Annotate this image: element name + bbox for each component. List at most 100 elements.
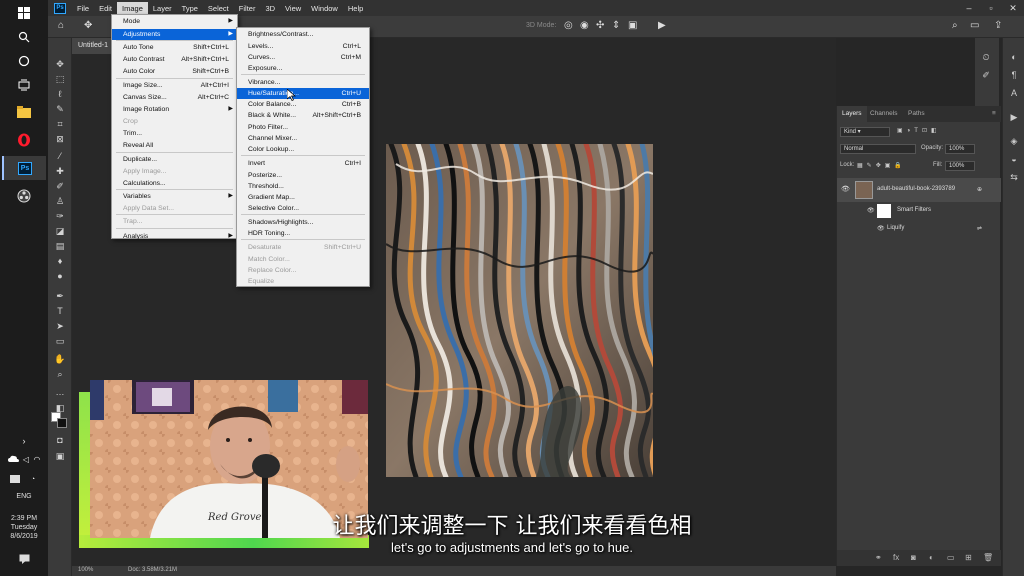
document-tab[interactable]: Untitled-1 — [72, 38, 116, 54]
history-brush-tool-icon[interactable]: ✑ — [53, 210, 67, 222]
link-layers-icon[interactable]: ⚭ — [875, 553, 882, 562]
adjustments-item-color-balance[interactable]: Color Balance... Ctrl+B — [237, 99, 369, 110]
file-explorer-icon[interactable] — [2, 100, 46, 124]
adjustments-item-gradient-map[interactable]: Gradient Map... — [237, 192, 369, 203]
cortana-icon[interactable] — [8, 50, 40, 72]
background-color-swatch[interactable] — [57, 418, 67, 428]
close-icon[interactable]: ✕ — [1002, 0, 1024, 16]
adjustments-item-shadows-highlights[interactable]: Shadows/Highlights... — [237, 217, 369, 228]
more-tools-icon[interactable]: … — [53, 386, 67, 398]
layer-filter-icons[interactable]: ▣◑T⊡◧ — [897, 127, 977, 138]
smart-filter-mask-thumbnail[interactable] — [877, 204, 891, 218]
new-group-icon[interactable]: ▭ — [947, 553, 955, 562]
adjustments-item-brightness-contrast[interactable]: Brightness/Contrast... — [237, 29, 369, 40]
brush-panel-icon[interactable]: ✐ — [980, 70, 992, 82]
network-icon[interactable]: ◠ — [30, 448, 44, 470]
visibility-eye-icon[interactable]: 👁 — [867, 207, 875, 214]
lock-icons[interactable]: ▦✎✥▣🔒 — [857, 162, 906, 173]
menu-window[interactable]: Window — [306, 2, 343, 15]
image-menu-item-mode[interactable]: Mode ▶ — [112, 16, 237, 27]
add-mask-icon[interactable]: ◙ — [911, 553, 916, 562]
image-menu-item-trim[interactable]: Trim... — [112, 128, 237, 139]
3d-orbit-icon[interactable]: ◎ — [564, 20, 573, 31]
search-icon[interactable] — [8, 26, 40, 48]
action-center-icon[interactable] — [8, 548, 40, 570]
image-menu-item-image-size[interactable]: Image Size... Alt+Ctrl+I — [112, 80, 237, 91]
image-menu-item-canvas-size[interactable]: Canvas Size... Alt+Ctrl+C — [112, 92, 237, 103]
menu-image[interactable]: Image — [117, 1, 148, 15]
healing-brush-tool-icon[interactable]: ✚ — [53, 165, 67, 177]
adjustments-item-color-lookup[interactable]: Color Lookup... — [237, 144, 369, 155]
menu-view[interactable]: View — [280, 2, 306, 15]
adjustments-item-posterize[interactable]: Posterize... — [237, 170, 369, 181]
menu-file[interactable]: File — [72, 2, 94, 15]
marquee-tool-icon[interactable]: ⬚ — [53, 73, 67, 85]
filter-row-liquify[interactable]: 👁 Liquify ⇌ — [837, 222, 1001, 236]
blend-mode-select[interactable]: Normal — [840, 144, 916, 154]
opacity-field[interactable]: 100% — [945, 144, 975, 154]
3d-roll-icon[interactable]: ◉ — [580, 20, 589, 31]
video-icon[interactable]: ▶ — [658, 20, 666, 31]
screen-mode-icon[interactable]: ▣ — [53, 450, 67, 462]
image-menu-item-adjustments[interactable]: Adjustments ▶ — [112, 29, 237, 40]
new-layer-icon[interactable]: ⊞ — [965, 553, 972, 562]
brush-tool-icon[interactable]: ✐ — [53, 180, 67, 192]
zoom-level[interactable]: 100% — [78, 567, 93, 573]
doc-size-info[interactable]: Doc: 3.58M/3.21M — [128, 567, 177, 573]
dodge-tool-icon[interactable]: ● — [53, 270, 67, 282]
adjustments-item-photo-filter[interactable]: Photo Filter... — [237, 122, 369, 133]
menu-layer[interactable]: Layer — [148, 2, 177, 15]
history-panel-icon[interactable]: ⏲ — [980, 52, 992, 64]
input-language[interactable]: ENG — [0, 492, 48, 501]
image-menu-item-auto-tone[interactable]: Auto Tone Shift+Ctrl+L — [112, 42, 237, 53]
fill-field[interactable]: 100% — [945, 161, 975, 171]
quick-select-tool-icon[interactable]: ✎ — [53, 103, 67, 115]
adjustments-item-selective-color[interactable]: Selective Color... — [237, 203, 369, 214]
crop-tool-icon[interactable]: ⌗ — [53, 118, 67, 130]
filter-kind-select[interactable]: Kind ▾ — [840, 127, 890, 137]
share-icon[interactable]: ⇪ — [994, 20, 1002, 31]
eyedropper-tool-icon[interactable]: ⁄ — [53, 150, 67, 162]
smart-filters-row[interactable]: 👁 Smart Filters — [837, 202, 1001, 220]
tab-channels[interactable]: Channels — [865, 106, 902, 122]
tab-paths[interactable]: Paths — [903, 106, 930, 122]
frame-tool-icon[interactable]: ⊠ — [53, 133, 67, 145]
adjustments-item-invert[interactable]: Invert Ctrl+I — [237, 158, 369, 169]
menu-filter[interactable]: Filter — [234, 2, 261, 15]
lasso-tool-icon[interactable]: ℓ — [53, 88, 67, 100]
menu-type[interactable]: Type — [177, 2, 203, 15]
liquified-artwork-image[interactable] — [386, 144, 653, 477]
image-menu-item-duplicate[interactable]: Duplicate... — [112, 154, 237, 165]
image-menu-item-auto-contrast[interactable]: Auto Contrast Alt+Shift+Ctrl+L — [112, 54, 237, 65]
image-menu-item-reveal-all[interactable]: Reveal All — [112, 140, 237, 151]
layer-row-image[interactable]: 👁 adult-beautiful-book-2393789 ⊕ — [837, 178, 1001, 202]
panel-menu-icon[interactable]: ≡ — [987, 106, 1001, 122]
obs-icon[interactable] — [2, 184, 46, 208]
path-selection-tool-icon[interactable]: ➤ — [53, 320, 67, 332]
adjustments-item-exposure[interactable]: Exposure... — [237, 63, 369, 74]
task-view-icon[interactable] — [8, 74, 40, 96]
windows-start-icon[interactable] — [8, 2, 40, 24]
3d-slide-icon[interactable]: ⇕ — [612, 20, 620, 31]
move-tool-icon[interactable]: ✥ — [84, 20, 92, 31]
adjustments-panel-icon[interactable]: ◒ — [1008, 154, 1020, 166]
paragraph-panel-icon[interactable]: ¶ — [1008, 70, 1020, 82]
type-tool-icon[interactable]: T — [53, 305, 67, 317]
adjustments-item-channel-mixer[interactable]: Channel Mixer... — [237, 133, 369, 144]
shape-tool-icon[interactable]: ▭ — [53, 335, 67, 347]
home-icon[interactable]: ⌂ — [58, 20, 64, 31]
adjustments-item-hdr-toning[interactable]: HDR Toning... — [237, 228, 369, 239]
layer-name[interactable]: adult-beautiful-book-2393789 — [877, 186, 955, 192]
menu-help[interactable]: Help — [343, 2, 368, 15]
maximize-icon[interactable]: ▫ — [980, 0, 1002, 16]
image-menu-item-variables[interactable]: Variables ▶ — [112, 191, 237, 202]
move-tool-icon[interactable]: ✥ — [53, 58, 67, 70]
tab-layers[interactable]: Layers — [837, 106, 867, 122]
3d-pan-icon[interactable]: ✣ — [596, 20, 604, 31]
adjustments-item-black-white[interactable]: Black & White... Alt+Shift+Ctrl+B — [237, 110, 369, 121]
opera-browser-icon[interactable] — [2, 128, 46, 152]
delete-layer-icon[interactable]: 🗑 — [983, 553, 993, 562]
menu-edit[interactable]: Edit — [94, 2, 117, 15]
notification-badge-icon[interactable] — [8, 468, 22, 490]
image-menu-item-calculations[interactable]: Calculations... — [112, 178, 237, 189]
